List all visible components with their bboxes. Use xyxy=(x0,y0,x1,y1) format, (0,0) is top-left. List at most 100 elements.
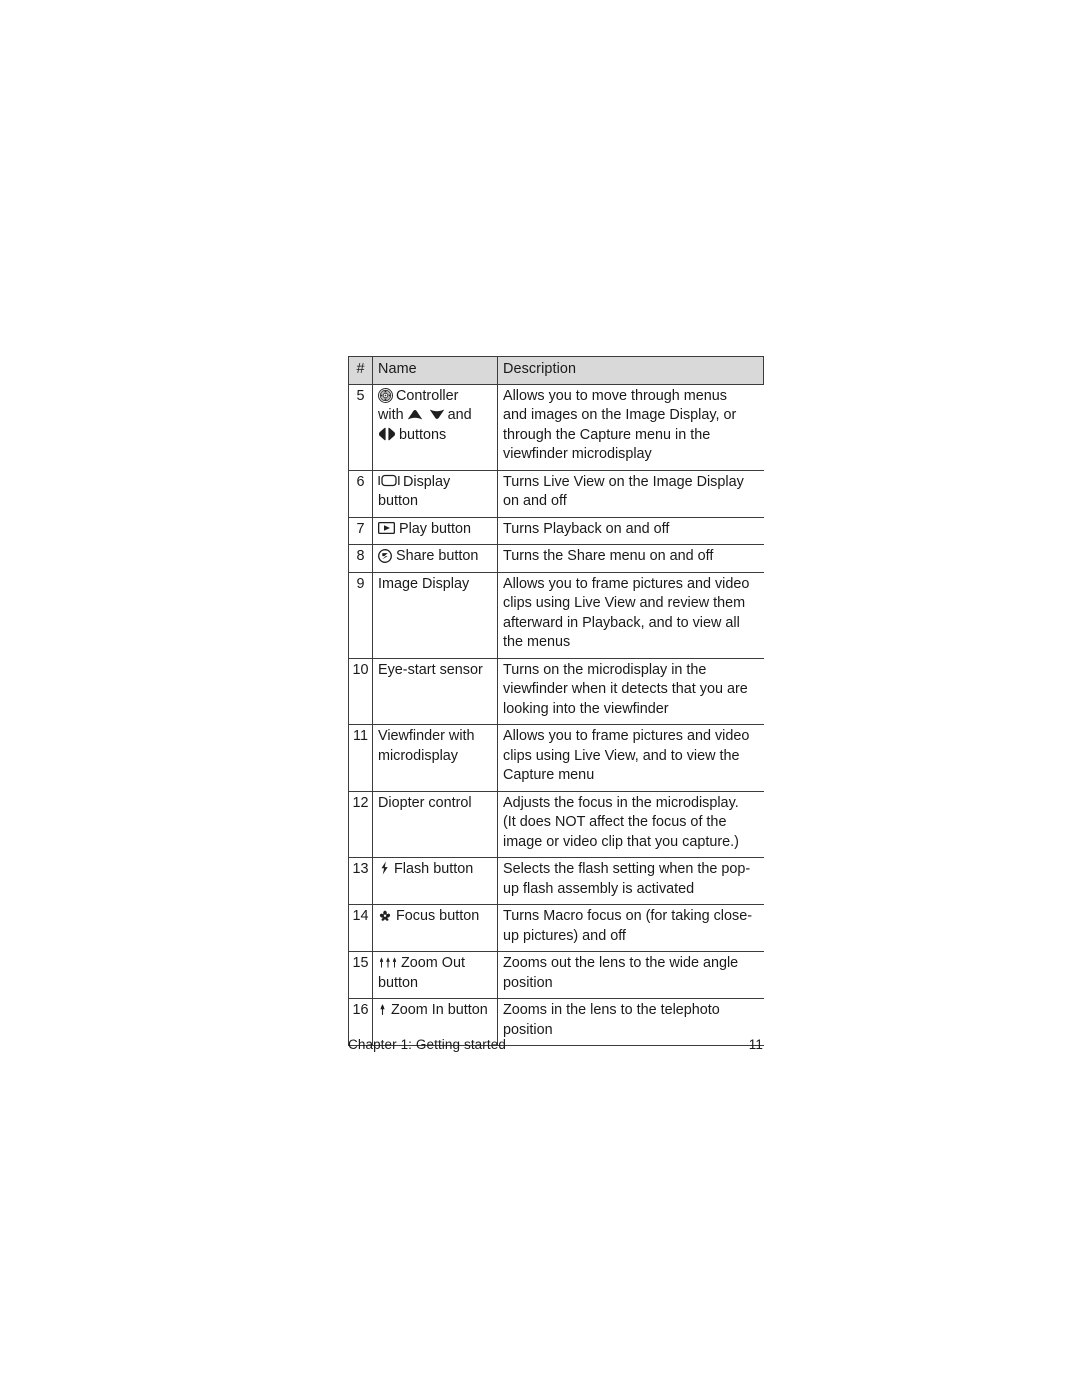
table-header-row: # Name Description xyxy=(348,356,764,385)
description-line: (It does NOT affect the focus of the xyxy=(503,814,727,830)
name-text: Controller xyxy=(396,387,459,404)
left-right-arrow-icon xyxy=(378,427,396,441)
row-description: Adjusts the focus in the microdisplay. (… xyxy=(497,791,764,858)
description-line: the menus xyxy=(503,634,571,650)
row-name: Share button xyxy=(372,544,498,573)
row-name: Image Display xyxy=(372,572,498,659)
description-line: viewfinder when it detects that you are xyxy=(503,681,748,697)
description-line: Selects the flash setting when the pop- xyxy=(503,861,751,877)
name-line: with and xyxy=(378,406,492,426)
column-header-number: # xyxy=(348,356,373,385)
row-number: 11 xyxy=(348,724,373,792)
flash-icon xyxy=(380,861,389,875)
table-row: 5 Controller with and buttons Allows you… xyxy=(348,384,764,471)
column-header-description: Description xyxy=(497,356,764,385)
description-line: Zooms in the lens to the telephoto xyxy=(503,1002,720,1018)
name-text: Focus button xyxy=(396,908,480,924)
table-row: 11 Viewfinder with microdisplay Allows y… xyxy=(348,724,764,792)
description-line: viewfinder microdisplay xyxy=(503,446,652,462)
row-description: Turns the Share menu on and off xyxy=(497,544,764,573)
name-text: Display xyxy=(403,473,451,490)
description-line: image or video clip that you capture.) xyxy=(503,833,739,850)
description-line: through the Capture menu in the xyxy=(503,426,711,443)
description-line: and images on the Image Display, or xyxy=(503,407,737,423)
name-text: Zoom In button xyxy=(391,1002,488,1018)
description-line: up pictures) and off xyxy=(503,927,626,944)
description-line: afterward in Playback, and to view all xyxy=(503,614,740,631)
footer-chapter-title: Chapter 1: Getting started xyxy=(348,1037,506,1052)
description-line: looking into the viewfinder xyxy=(503,700,669,717)
row-description: Allows you to move through menus and ima… xyxy=(497,384,764,471)
row-number: 10 xyxy=(348,658,373,725)
name-line: button xyxy=(378,493,419,509)
camera-parts-table: # Name Description 5 Controller with and… xyxy=(348,356,764,1046)
footer-page-number: 11 xyxy=(748,1037,763,1052)
macro-focus-icon xyxy=(378,909,392,922)
description-line: Zooms out the lens to the wide angle xyxy=(503,955,739,971)
name-line: Controller xyxy=(378,387,492,407)
row-name: Focus button xyxy=(372,904,498,952)
table-row: 9 Image Display Allows you to frame pict… xyxy=(348,572,764,659)
description-line: Capture menu xyxy=(503,767,595,783)
name-line: Play button xyxy=(378,520,492,540)
row-number: 15 xyxy=(348,951,373,999)
name-line: button xyxy=(378,974,419,991)
down-arrow-icon xyxy=(428,409,446,420)
row-name: Controller with and buttons xyxy=(372,384,498,471)
row-name: Diopter control xyxy=(372,791,498,858)
name-line: Zoom In button xyxy=(378,1001,492,1021)
play-icon xyxy=(378,521,395,534)
description-line: Turns Playback on and off xyxy=(503,520,670,537)
row-number: 8 xyxy=(348,544,373,573)
name-line: Eye-start sensor xyxy=(378,661,483,678)
controller-icon xyxy=(378,387,393,403)
name-text: buttons xyxy=(399,426,447,443)
row-name: Flash button xyxy=(372,857,498,905)
name-line: buttons xyxy=(378,426,492,446)
table-row: 6 Display button Turns Live View on the … xyxy=(348,470,764,518)
row-name: Eye-start sensor xyxy=(372,658,498,725)
row-number: 5 xyxy=(348,384,373,471)
name-line: Flash button xyxy=(378,860,492,880)
row-name: Play button xyxy=(372,517,498,545)
description-line: Allows you to frame pictures and video xyxy=(503,575,750,592)
description-line: Turns Macro focus on (for taking close- xyxy=(503,908,752,924)
name-line: Display xyxy=(378,473,492,493)
description-line: Turns Live View on the Image Display xyxy=(503,473,744,490)
name-line: Diopter control xyxy=(378,794,472,811)
name-text: Play button xyxy=(399,520,472,537)
row-name: Display button xyxy=(372,470,498,518)
camera-parts-table-wrapper: # Name Description 5 Controller with and… xyxy=(348,356,764,1046)
table-body: 5 Controller with and buttons Allows you… xyxy=(348,384,764,1046)
name-text: with xyxy=(378,407,404,423)
row-number: 6 xyxy=(348,470,373,518)
description-line: position xyxy=(503,974,553,991)
row-description: Allows you to frame pictures and video c… xyxy=(497,724,764,792)
name-line: Focus button xyxy=(378,907,492,927)
page-footer: Chapter 1: Getting started 11 xyxy=(348,1036,763,1054)
up-arrow-icon xyxy=(406,409,424,420)
name-text: Zoom Out xyxy=(401,955,465,971)
row-name: Zoom Out button xyxy=(372,951,498,999)
name-text: Flash button xyxy=(394,861,474,877)
table-row: 12 Diopter control Adjusts the focus in … xyxy=(348,791,764,858)
name-line: Zoom Out xyxy=(378,954,492,974)
description-line: up flash assembly is activated xyxy=(503,880,695,897)
table-row: 10 Eye-start sensor Turns on the microdi… xyxy=(348,658,764,725)
column-header-name: Name xyxy=(372,356,498,385)
row-description: Turns Playback on and off xyxy=(497,517,764,545)
row-description: Turns Macro focus on (for taking close- … xyxy=(497,904,764,952)
name-text: and xyxy=(447,407,472,423)
description-line: Allows you to move through menus xyxy=(503,387,727,404)
name-text: Share button xyxy=(396,548,479,564)
table-row: 8 Share button Turns the Share menu on a… xyxy=(348,544,764,573)
row-name: Viewfinder with microdisplay xyxy=(372,724,498,792)
table-row: 7 Play button Turns Playback on and off xyxy=(348,517,764,545)
share-icon xyxy=(378,549,392,563)
table-row: 15 Zoom Out button Zooms out the lens to… xyxy=(348,951,764,999)
name-line: microdisplay xyxy=(378,747,458,764)
table-row: 13 Flash button Selects the flash settin… xyxy=(348,857,764,905)
description-line: Turns on the microdisplay in the xyxy=(503,661,707,678)
row-number: 9 xyxy=(348,572,373,659)
row-number: 12 xyxy=(348,791,373,858)
